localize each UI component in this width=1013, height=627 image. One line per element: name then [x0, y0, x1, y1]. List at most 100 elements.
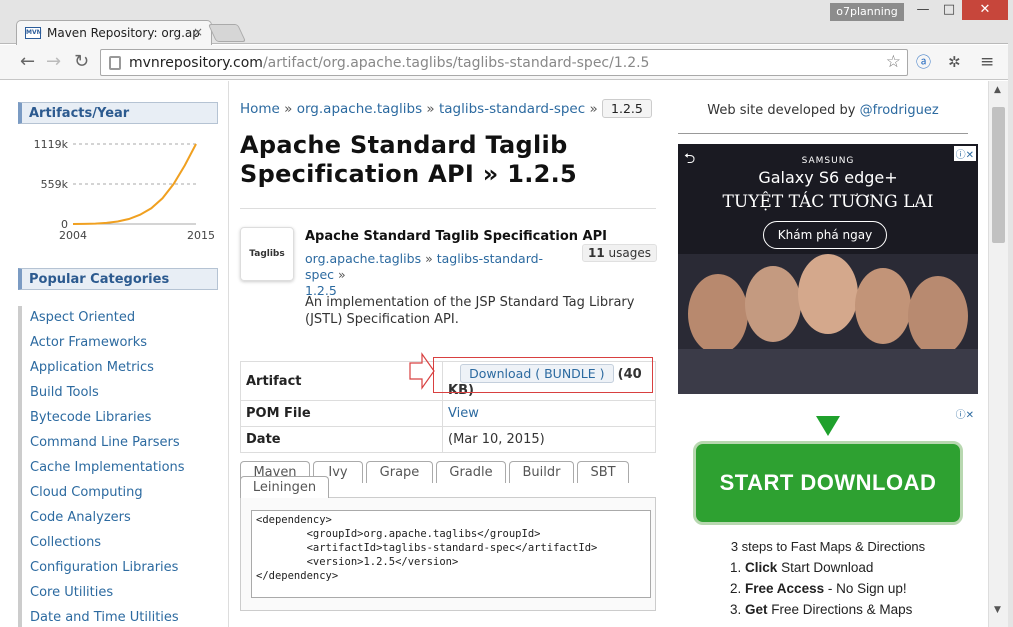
divider	[240, 208, 656, 209]
pom-view-link[interactable]: View	[442, 400, 656, 427]
down-arrow-icon	[816, 416, 840, 436]
pom-file-label: POM File	[240, 400, 443, 427]
category-link[interactable]: Configuration Libraries	[18, 556, 228, 581]
ad-steps-title: 3 steps to Fast Maps & Directions	[730, 539, 926, 554]
category-list: Aspect Oriented Actor Frameworks Applicati…	[18, 306, 228, 627]
step-bold: Click	[745, 560, 778, 575]
breadcrumb-artifact[interactable]: taglibs-standard-spec	[439, 101, 585, 117]
breadcrumb-separator: »	[589, 101, 598, 117]
ad-brand: SAMSUNG	[801, 156, 855, 166]
vertical-scrollbar[interactable]: ▲ ▼	[988, 81, 1008, 627]
usages-count: 11	[588, 246, 605, 260]
usages-label: usages	[608, 246, 651, 260]
bookmark-star-icon[interactable]: ☆	[886, 52, 901, 72]
tab-buildr[interactable]: Buildr	[509, 461, 574, 483]
chart-x-tick-label: 2004	[59, 229, 87, 242]
step-number: 3.	[730, 602, 742, 617]
artifacts-year-title: Artifacts/Year	[18, 102, 218, 124]
step-number: 1.	[730, 560, 742, 575]
category-link[interactable]: Application Metrics	[18, 356, 228, 381]
category-link[interactable]: Cache Implementations	[18, 456, 228, 481]
tab-gradle[interactable]: Gradle	[436, 461, 506, 483]
reload-icon[interactable]: ↻	[74, 52, 89, 72]
browser-toolbar: ← → ↻ mvnrepository.com/artifact/org.apa…	[0, 45, 1013, 80]
download-ad-banner[interactable]: ⓘ✕ START DOWNLOAD 3 steps to Fast Maps &…	[678, 406, 978, 627]
download-highlight-box	[433, 357, 653, 393]
tab-close-icon[interactable]: ×	[193, 25, 203, 39]
extension-bug-icon[interactable]: ✲	[948, 52, 961, 72]
chart-x-tick-label: 2015	[187, 229, 215, 242]
browser-titlebar: MVN Maven Repository: org.ap × o7plannin…	[0, 0, 1013, 45]
tab-sbt[interactable]: SBT	[577, 461, 629, 483]
scroll-down-icon[interactable]: ▼	[994, 605, 1001, 615]
maximize-button[interactable]: □	[936, 0, 962, 20]
left-sidebar: Artifacts/Year 1119k 559k 0 2004 2015 Popula…	[0, 81, 229, 627]
table-row: Date (Mar 10, 2015)	[240, 426, 656, 453]
menu-icon[interactable]: ≡	[980, 52, 994, 72]
ad-step: 1. Click Start Download	[730, 560, 873, 575]
chart-y-tick-label: 559k	[41, 178, 69, 191]
new-tab-button[interactable]	[207, 24, 247, 42]
step-text: - No Sign up!	[824, 581, 907, 596]
category-link[interactable]: Command Line Parsers	[18, 431, 228, 456]
category-link[interactable]: Bytecode Libraries	[18, 406, 228, 431]
mvn-favicon-icon: MVN	[25, 27, 42, 39]
step-number: 2.	[730, 581, 742, 596]
artifact-group-link[interactable]: org.apache.taglibs	[305, 251, 421, 266]
tab-grape[interactable]: Grape	[366, 461, 433, 483]
category-link[interactable]: Aspect Oriented	[18, 306, 228, 331]
minimize-button[interactable]: —	[910, 0, 936, 20]
popular-categories-title: Popular Categories	[18, 268, 218, 290]
scroll-up-icon[interactable]: ▲	[994, 85, 1001, 95]
category-link[interactable]: Date and Time Utilities	[18, 606, 228, 627]
artifact-path-separator: »	[425, 251, 433, 266]
usages-badge[interactable]: 11 usages	[582, 244, 657, 262]
ad-close-icon[interactable]: ⓘ✕	[953, 406, 976, 421]
date-label: Date	[240, 426, 443, 453]
page-icon	[109, 56, 121, 70]
url-path: /artifact/org.apache.taglibs/taglibs-sta…	[262, 55, 650, 71]
extension-a-icon[interactable]: ⓐ	[916, 52, 931, 72]
step-text: Free Directions & Maps	[767, 602, 913, 617]
close-window-button[interactable]: ✕	[962, 0, 1008, 20]
chart-svg: 1119k559k02004 2015	[34, 138, 215, 242]
tab-leiningen[interactable]: Leiningen	[240, 476, 329, 498]
back-arrow-icon[interactable]: ←	[20, 52, 35, 72]
start-download-button[interactable]: START DOWNLOAD	[693, 441, 963, 525]
breadcrumb-group[interactable]: org.apache.taglibs	[297, 101, 422, 117]
developer-credit: Web site developed by @frodriguez	[678, 103, 968, 118]
forward-arrow-icon[interactable]: →	[46, 52, 61, 72]
profile-button[interactable]: o7planning	[830, 3, 904, 21]
category-link[interactable]: Actor Frameworks	[18, 331, 228, 356]
scrollbar-thumb[interactable]	[992, 107, 1005, 243]
ad-cta-button[interactable]: Khám phá ngay	[763, 221, 887, 249]
divider	[678, 133, 968, 134]
ad-model: Galaxy S6 edge+	[758, 168, 898, 187]
url-host: mvnrepository.com	[129, 55, 263, 71]
category-link[interactable]: Build Tools	[18, 381, 228, 406]
breadcrumb-separator: »	[284, 101, 293, 117]
category-link[interactable]: Core Utilities	[18, 581, 228, 606]
dependency-snippet-panel: <dependency> <groupId>org.apache.taglibs…	[240, 497, 656, 611]
developer-handle-link[interactable]: @frodriguez	[860, 103, 939, 118]
step-bold: Get	[745, 602, 768, 617]
address-bar[interactable]: mvnrepository.com/artifact/org.apache.ta…	[100, 49, 908, 76]
right-column: Web site developed by @frodriguez ⮌ ⓘ✕ S…	[668, 81, 988, 627]
developer-credit-text: Web site developed by	[707, 103, 856, 118]
category-link[interactable]: Cloud Computing	[18, 481, 228, 506]
category-link[interactable]: Code Analyzers	[18, 506, 228, 531]
breadcrumb-separator: »	[426, 101, 435, 117]
ad-step: 2. Free Access - No Sign up!	[730, 581, 907, 596]
window-border	[1008, 0, 1013, 627]
browser-tab[interactable]: MVN Maven Repository: org.ap ×	[16, 20, 212, 45]
ad-step: 3. Get Free Directions & Maps	[730, 602, 912, 617]
main-content: Home » org.apache.taglibs » taglibs-stan…	[230, 81, 667, 627]
breadcrumb-home[interactable]: Home	[240, 101, 280, 117]
step-bold: Free Access	[745, 581, 825, 596]
samsung-ad-banner[interactable]: ⮌ ⓘ✕ SAMSUNG Galaxy S6 edge+ TUYỆT TÁC T…	[678, 144, 978, 394]
dependency-code-textarea[interactable]: <dependency> <groupId>org.apache.taglibs…	[251, 510, 651, 598]
artifact-description: An implementation of the JSP Standard Ta…	[305, 295, 635, 327]
category-link[interactable]: Collections	[18, 531, 228, 556]
page-content: Artifacts/Year 1119k 559k 0 2004 2015 Popula…	[0, 81, 1013, 627]
version-badge: 1.2.5	[602, 99, 652, 118]
